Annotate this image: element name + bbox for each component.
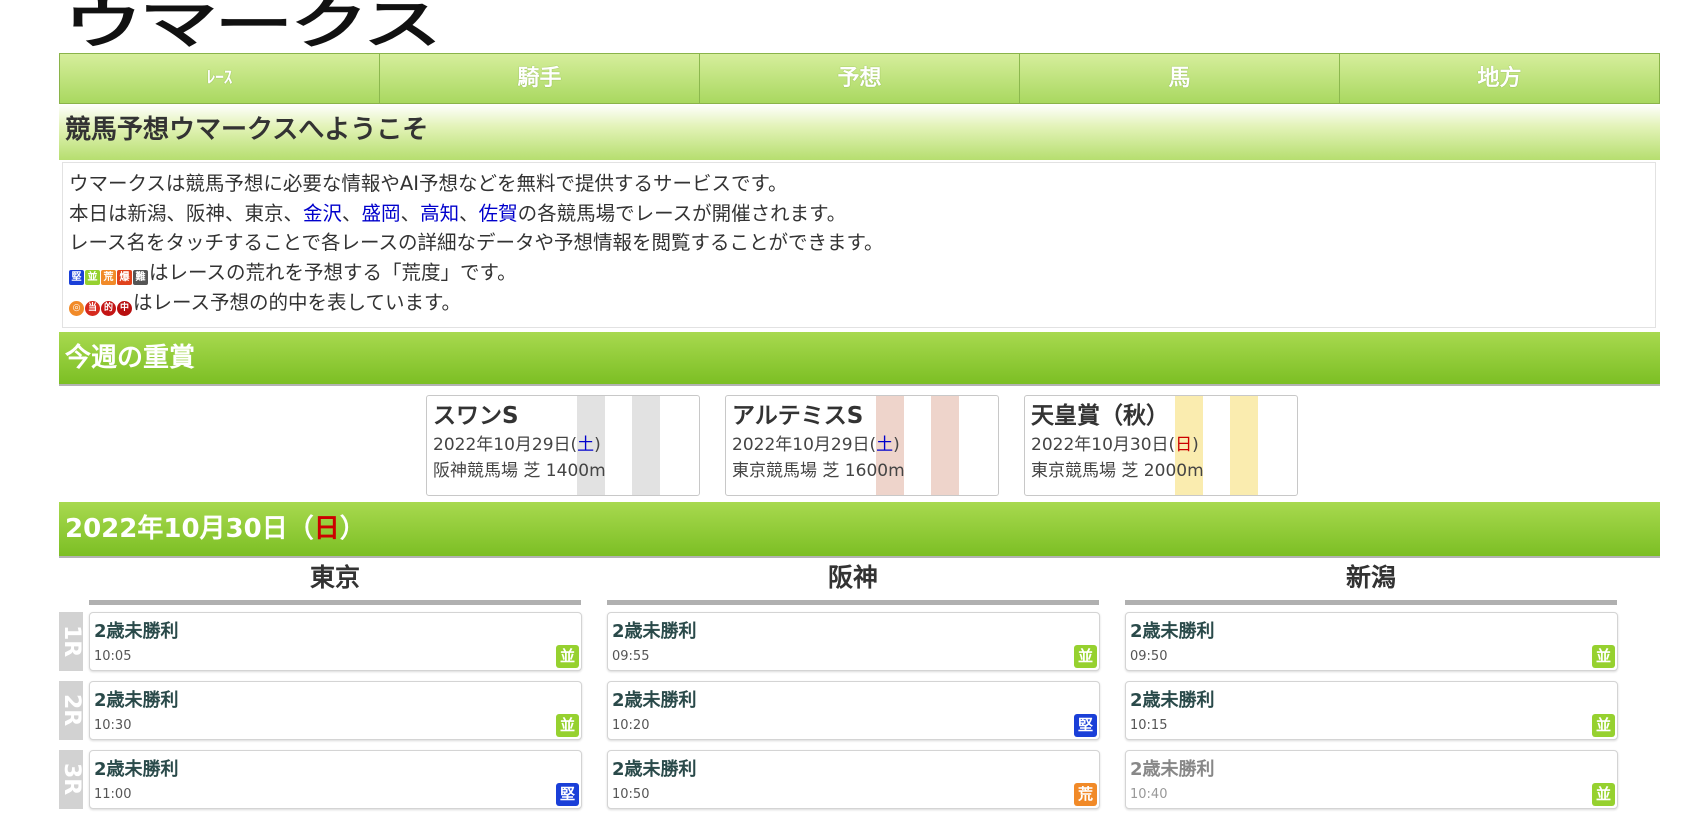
arado-badge: 堅 bbox=[1074, 714, 1097, 737]
race-time: 10:15 bbox=[1130, 718, 1168, 733]
section-title-graded: 今週の重賞 bbox=[59, 332, 1660, 386]
round-label: 1R bbox=[59, 612, 84, 671]
race-card-niigata-3r[interactable]: 2歳未勝利 10:40 並 bbox=[1125, 750, 1618, 809]
nav-local[interactable]: 地方 bbox=[1340, 54, 1659, 103]
intro-line-3: レース名をタッチすることで各レースの詳細なデータや予想情報を閲覧することができま… bbox=[69, 231, 884, 255]
main-nav: ﾚｰｽ 騎手 予想 馬 地方 bbox=[59, 53, 1660, 104]
race-name: 2歳未勝利 bbox=[94, 690, 179, 711]
round-label: 2R bbox=[59, 681, 84, 740]
intro-line-5: ◎ 当的中はレース予想の的中を表しています。 bbox=[69, 288, 1649, 318]
nav-jockey[interactable]: 騎手 bbox=[380, 54, 700, 103]
arado-badge-are: 荒 bbox=[101, 270, 116, 286]
race-name: 2歳未勝利 bbox=[612, 621, 697, 642]
graded-race-date: 2022年10月29日(土) bbox=[433, 435, 601, 455]
round-label: 3R bbox=[59, 750, 84, 809]
nav-prediction[interactable]: 予想 bbox=[700, 54, 1020, 103]
intro-line-2-text: 本日は新潟、阪神、東京、 bbox=[69, 201, 304, 225]
nav-race[interactable]: ﾚｰｽ bbox=[60, 54, 380, 103]
arado-badge: 並 bbox=[1592, 783, 1615, 806]
race-card-tokyo-2r[interactable]: 2歳未勝利 10:30 並 bbox=[89, 681, 582, 740]
intro-line-2: 本日は新潟、阪神、東京、金沢、盛岡、高知、佐賀の各競馬場でレースが開催されます。 bbox=[69, 199, 1649, 229]
intro-panel: ウマークスは競馬予想に必要な情報やAI予想などを無料で提供するサービスです。 本… bbox=[62, 162, 1656, 328]
arado-badge-baku: 爆 bbox=[117, 270, 132, 286]
race-card-hanshin-1r[interactable]: 2歳未勝利 09:55 並 bbox=[607, 612, 1100, 671]
arado-badge: 並 bbox=[1592, 645, 1615, 668]
race-name: 2歳未勝利 bbox=[94, 759, 179, 780]
graded-race-name: アルテミスS bbox=[732, 403, 864, 429]
graded-race-card[interactable]: スワンS 2022年10月29日(土) 阪神競馬場 芝 1400m bbox=[426, 395, 700, 496]
arado-badge: 荒 bbox=[1074, 783, 1097, 806]
graded-race-course: 東京競馬場 芝 1600m bbox=[732, 461, 905, 481]
race-name: 2歳未勝利 bbox=[1130, 690, 1215, 711]
race-time: 11:00 bbox=[94, 787, 132, 802]
race-time: 10:20 bbox=[612, 718, 650, 733]
race-time: 09:50 bbox=[1130, 649, 1168, 664]
race-name: 2歳未勝利 bbox=[1130, 759, 1215, 780]
separator: 、 bbox=[342, 201, 362, 225]
separator: 、 bbox=[459, 201, 479, 225]
race-name: 2歳未勝利 bbox=[1130, 621, 1215, 642]
graded-race-date: 2022年10月29日(土) bbox=[732, 435, 900, 455]
hit-badge-4: 中 bbox=[117, 300, 132, 316]
race-card-tokyo-1r[interactable]: 2歳未勝利 10:05 並 bbox=[89, 612, 582, 671]
venue-link-saga[interactable]: 佐賀 bbox=[479, 202, 518, 225]
intro-line-4: 堅並荒爆難はレースの荒れを予想する「荒度」です。 bbox=[69, 258, 1649, 288]
graded-race-course: 阪神競馬場 芝 1400m bbox=[433, 461, 606, 481]
hit-badge-2: 当 bbox=[85, 300, 100, 316]
arado-badge: 並 bbox=[556, 714, 579, 737]
race-time: 10:30 bbox=[94, 718, 132, 733]
race-name: 2歳未勝利 bbox=[612, 759, 697, 780]
separator: 、 bbox=[400, 201, 421, 225]
arado-badge: 堅 bbox=[556, 783, 579, 806]
arado-badge-kata: 堅 bbox=[69, 270, 84, 286]
venue-title-hanshin: 阪神 bbox=[827, 563, 878, 592]
venue-title-niigata: 新潟 bbox=[1345, 563, 1396, 592]
date-text: 2022年10月30日（ bbox=[65, 514, 314, 544]
intro-line-2-end: の各競馬場でレースが開催されます。 bbox=[517, 201, 847, 225]
graded-race-date: 2022年10月30日(日) bbox=[1031, 435, 1199, 455]
venue-link-morioka[interactable]: 盛岡 bbox=[362, 202, 401, 225]
race-time: 10:05 bbox=[94, 649, 132, 664]
race-time: 10:40 bbox=[1130, 787, 1168, 802]
arado-badge: 並 bbox=[1592, 714, 1615, 737]
date-close: ） bbox=[339, 514, 366, 544]
arado-badge: 並 bbox=[1074, 645, 1097, 668]
race-card-tokyo-3r[interactable]: 2歳未勝利 11:00 堅 bbox=[89, 750, 582, 809]
arado-badge-nan: 難 bbox=[133, 270, 148, 286]
hit-badge-3: 的 bbox=[101, 300, 116, 316]
date-dow: 日 bbox=[313, 514, 340, 544]
hit-description: はレース予想の的中を表しています。 bbox=[133, 290, 461, 314]
arado-badge: 並 bbox=[556, 645, 579, 668]
arado-badge-nami: 並 bbox=[85, 270, 100, 286]
graded-race-card[interactable]: 天皇賞（秋） 2022年10月30日(日) 東京競馬場 芝 2000m bbox=[1024, 395, 1298, 496]
race-time: 10:50 bbox=[612, 787, 650, 802]
venue-underline bbox=[607, 600, 1099, 605]
hit-badge-1: ◎ bbox=[69, 300, 84, 316]
race-name: 2歳未勝利 bbox=[612, 690, 697, 711]
date-header: 2022年10月30日（日） bbox=[59, 502, 1660, 558]
arado-description: はレースの荒れを予想する「荒度」です。 bbox=[149, 261, 517, 285]
site-logo[interactable]: ウマークス bbox=[64, 0, 514, 54]
venue-link-kochi[interactable]: 高知 bbox=[420, 202, 459, 225]
graded-race-card[interactable]: アルテミスS 2022年10月29日(土) 東京競馬場 芝 1600m bbox=[725, 395, 999, 496]
graded-race-course: 東京競馬場 芝 2000m bbox=[1031, 461, 1204, 481]
race-card-hanshin-3r[interactable]: 2歳未勝利 10:50 荒 bbox=[607, 750, 1100, 809]
nav-horse[interactable]: 馬 bbox=[1020, 54, 1340, 103]
venue-link-kanazawa[interactable]: 金沢 bbox=[303, 202, 342, 225]
graded-race-name: スワンS bbox=[433, 403, 519, 429]
venue-underline bbox=[89, 600, 581, 605]
race-card-niigata-2r[interactable]: 2歳未勝利 10:15 並 bbox=[1125, 681, 1618, 740]
intro-line-1: ウマークスは競馬予想に必要な情報やAI予想などを無料で提供するサービスです。 bbox=[69, 172, 788, 195]
race-card-hanshin-2r[interactable]: 2歳未勝利 10:20 堅 bbox=[607, 681, 1100, 740]
race-card-niigata-1r[interactable]: 2歳未勝利 09:50 並 bbox=[1125, 612, 1618, 671]
venue-title-tokyo: 東京 bbox=[309, 563, 360, 592]
welcome-title: 競馬予想ウマークスへようこそ bbox=[59, 104, 1660, 160]
race-time: 09:55 bbox=[612, 649, 650, 664]
venue-underline bbox=[1125, 600, 1617, 605]
race-name: 2歳未勝利 bbox=[94, 621, 179, 642]
graded-race-name: 天皇賞（秋） bbox=[1031, 403, 1169, 429]
